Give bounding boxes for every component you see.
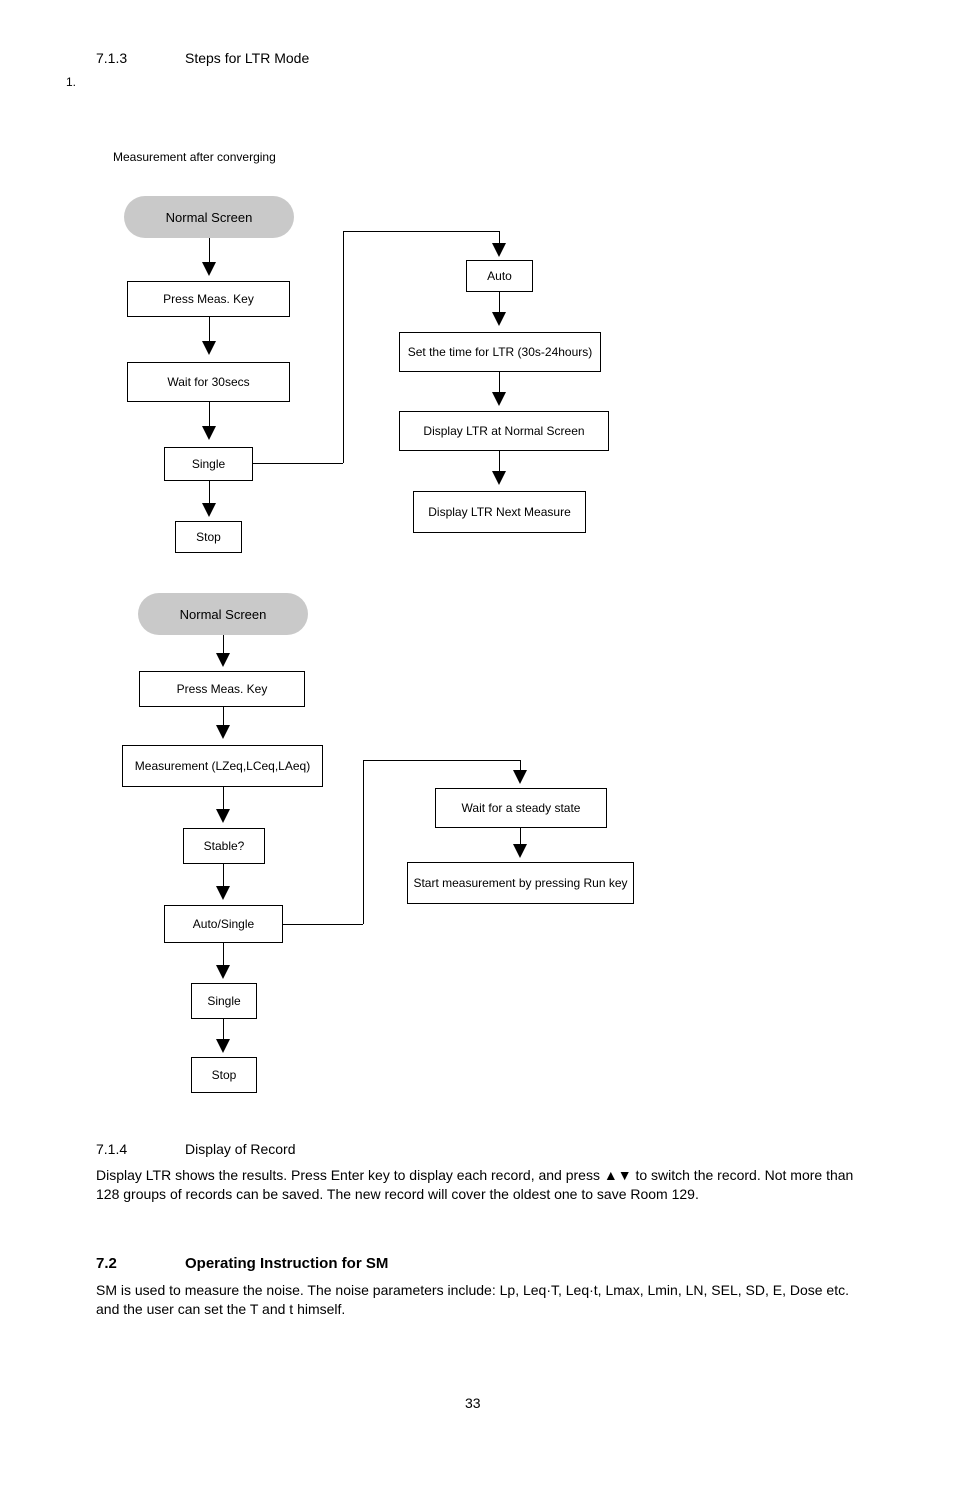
flow-c-box-4-label: Auto/Single	[193, 917, 254, 931]
flow-c-box-1: Press Meas. Key	[139, 671, 305, 707]
connector	[209, 481, 210, 505]
connector	[209, 317, 210, 343]
region-7-1-3-caption: 1.	[66, 75, 76, 89]
connector	[223, 635, 224, 655]
flow-b-box-3: Display LTR at Normal Screen	[399, 411, 609, 451]
flow-a-box-2-label: Wait for 30secs	[167, 375, 249, 389]
arrow-down-icon	[216, 809, 230, 823]
arrow-down-icon	[492, 392, 506, 406]
connector	[253, 463, 343, 464]
flow-a-box-3: Single	[164, 447, 253, 481]
flow-a-box-4: Stop	[175, 521, 242, 553]
flow-c-box-6-label: Stop	[212, 1068, 237, 1082]
connector	[223, 707, 224, 727]
section-7-1-4-para: Display LTR shows the results. Press Ent…	[96, 1166, 856, 1204]
arrow-down-icon	[202, 341, 216, 355]
flow-c-start: Normal Screen	[138, 593, 308, 635]
connector	[209, 238, 210, 264]
connector	[343, 231, 499, 232]
section-7-1-4-title: Display of Record	[185, 1140, 296, 1159]
flow-c-box-5: Single	[191, 983, 257, 1019]
arrow-down-icon	[492, 243, 506, 257]
flow-a-box-4-label: Stop	[196, 530, 221, 544]
flow-a-box-2: Wait for 30secs	[127, 362, 290, 402]
flow-a-box-1-label: Press Meas. Key	[163, 292, 254, 306]
flow-c-start-label: Normal Screen	[180, 607, 267, 622]
section-7-2-title: Operating Instruction for SM	[185, 1255, 388, 1272]
section-7-1-3-title: Steps for LTR Mode	[185, 49, 309, 68]
connector	[499, 451, 500, 473]
arrow-down-icon	[492, 312, 506, 326]
section-7-2-number: 7.2	[96, 1255, 117, 1272]
arrow-down-icon	[216, 886, 230, 900]
connector	[223, 943, 224, 967]
arrow-down-icon	[202, 503, 216, 517]
flow-c-box-5-label: Single	[207, 994, 240, 1008]
flow-b-box-2-label: Set the time for LTR (30s-24hours)	[408, 345, 593, 359]
connector	[499, 292, 500, 314]
flow-c-box-4: Auto/Single	[164, 905, 283, 943]
flow-c-box-2: Measurement (LZeq,LCeq,LAeq)	[122, 745, 323, 787]
arrow-down-icon	[202, 426, 216, 440]
flow-b-box-1: Auto	[466, 260, 533, 292]
connector	[209, 402, 210, 428]
region-1-label: Measurement after converging	[113, 150, 276, 164]
page-number: 33	[465, 1395, 481, 1411]
section-7-2-para: SM is used to measure the noise. The noi…	[96, 1281, 856, 1319]
connector	[223, 864, 224, 888]
flow-b-box-4: Display LTR Next Measure	[413, 491, 586, 533]
flow-b-box-1-label: Auto	[487, 269, 512, 283]
connector	[363, 760, 520, 761]
connector	[223, 1019, 224, 1041]
flow-d-box-2: Start measurement by pressing Run key	[407, 862, 634, 904]
flow-d-box-1-label: Wait for a steady state	[462, 801, 581, 815]
section-7-1-3-number: 7.1.3	[96, 49, 127, 68]
flow-b-box-4-label: Display LTR Next Measure	[428, 505, 571, 519]
arrow-down-icon	[513, 770, 527, 784]
flow-a-box-1: Press Meas. Key	[127, 281, 290, 317]
connector	[363, 760, 364, 924]
flow-d-box-1: Wait for a steady state	[435, 788, 607, 828]
arrow-down-icon	[216, 653, 230, 667]
section-7-1-4-number: 7.1.4	[96, 1140, 127, 1159]
arrow-down-icon	[216, 965, 230, 979]
flow-c-box-3-label: Stable?	[204, 839, 245, 853]
flow-c-box-2-label: Measurement (LZeq,LCeq,LAeq)	[135, 759, 310, 773]
connector	[343, 231, 344, 463]
connector	[223, 787, 224, 811]
flow-a-start-label: Normal Screen	[166, 210, 253, 225]
arrow-down-icon	[492, 471, 506, 485]
arrow-down-icon	[216, 725, 230, 739]
flow-b-box-3-label: Display LTR at Normal Screen	[423, 424, 584, 438]
flow-b-box-2: Set the time for LTR (30s-24hours)	[399, 332, 601, 372]
flow-c-box-3: Stable?	[183, 828, 265, 864]
arrow-down-icon	[202, 262, 216, 276]
connector	[499, 372, 500, 394]
flow-a-start: Normal Screen	[124, 196, 294, 238]
arrow-down-icon	[216, 1039, 230, 1053]
connector	[283, 924, 363, 925]
flow-c-box-1-label: Press Meas. Key	[177, 682, 268, 696]
flow-a-box-3-label: Single	[192, 457, 225, 471]
arrow-down-icon	[513, 844, 527, 858]
flow-c-box-6: Stop	[191, 1057, 257, 1093]
flow-d-box-2-label: Start measurement by pressing Run key	[413, 876, 627, 890]
